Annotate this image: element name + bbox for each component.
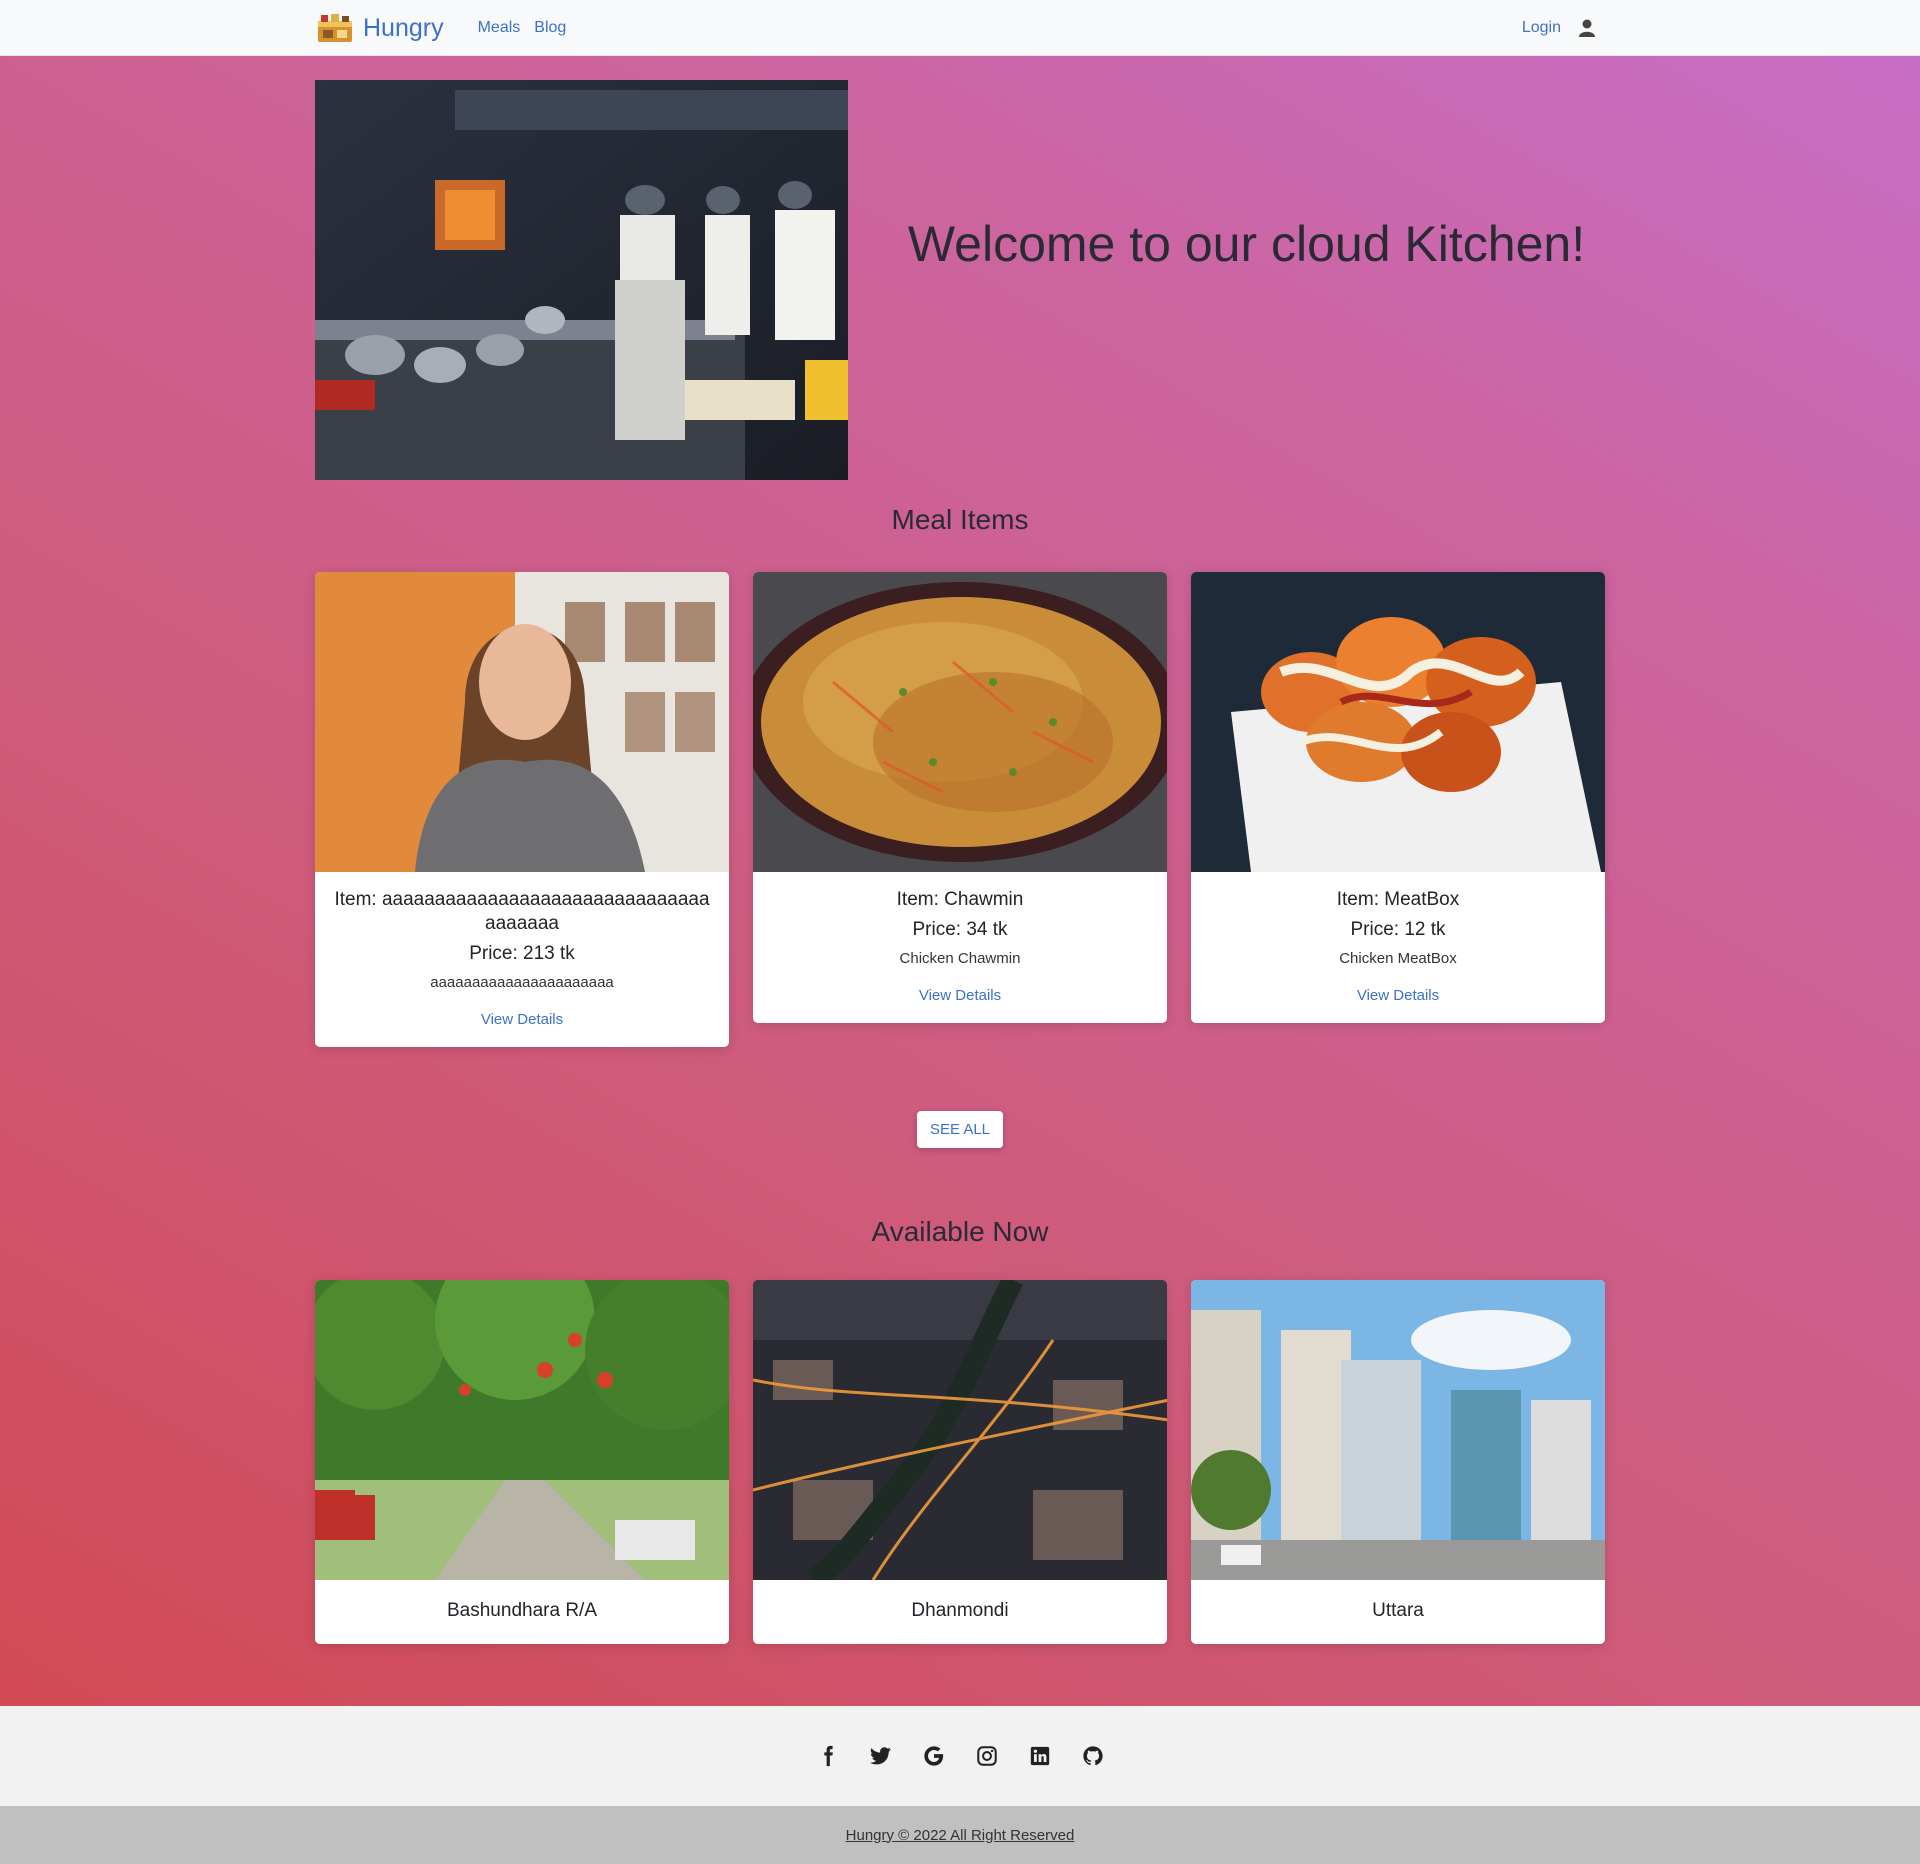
- copyright-bar: Hungry © 2022 All Right Reserved: [0, 1806, 1920, 1864]
- facebook-icon[interactable]: [817, 1745, 839, 1767]
- user-icon[interactable]: [1579, 19, 1595, 37]
- meal-image-meatbox: [1191, 572, 1605, 872]
- hero-title: Welcome to our cloud Kitchen!: [907, 216, 1586, 272]
- meal-item-desc: Chicken Chawmin: [899, 950, 1021, 967]
- meal-cards: Item: aaaaaaaaaaaaaaaaaaaaaaaaaaaaaaaaaa…: [315, 572, 1605, 1047]
- meal-item-price: Price: 34 tk: [912, 919, 1008, 940]
- twitter-icon[interactable]: [869, 1745, 892, 1767]
- meal-item-name: Item: MeatBox: [1336, 889, 1460, 910]
- location-name: Uttara: [1372, 1600, 1424, 1621]
- available-now-heading: Available Now: [871, 1216, 1049, 1247]
- hero: Welcome to our cloud Kitchen!: [315, 56, 1605, 480]
- footer: [0, 1706, 1920, 1806]
- meal-item-name: Item: Chawmin: [896, 889, 1024, 910]
- location-image-dhanmondi: [753, 1280, 1167, 1580]
- meal-card: Item: Chawmin Price: 34 tk Chicken Chawm…: [753, 572, 1167, 1023]
- nav-meals-link[interactable]: Meals: [478, 19, 521, 37]
- instagram-icon[interactable]: [976, 1745, 998, 1767]
- see-all-button[interactable]: SEE ALL: [916, 1111, 1004, 1148]
- brand-name: Hungry: [363, 13, 444, 42]
- view-details-link[interactable]: View Details: [481, 1011, 563, 1028]
- nav-blog-link[interactable]: Blog: [534, 19, 566, 37]
- view-details-link[interactable]: View Details: [919, 987, 1001, 1004]
- location-image-uttara: [1191, 1280, 1605, 1580]
- location-name: Bashundhara R/A: [447, 1600, 597, 1621]
- meal-item-desc: aaaaaaaaaaaaaaaaaaaaaa: [430, 974, 614, 991]
- brand-link[interactable]: Hungry: [317, 13, 444, 43]
- location-card: Dhanmondi: [753, 1280, 1167, 1644]
- login-link[interactable]: Login: [1522, 19, 1561, 37]
- meal-card: Item: aaaaaaaaaaaaaaaaaaaaaaaaaaaaaaaaaa…: [315, 572, 729, 1047]
- meal-items-heading: Meal Items: [891, 504, 1029, 535]
- location-cards: Bashundhara R/A Dhanmondi Uttara: [315, 1280, 1605, 1644]
- location-card: Bashundhara R/A: [315, 1280, 729, 1644]
- location-card: Uttara: [1191, 1280, 1605, 1644]
- meal-item-desc: Chicken MeatBox: [1339, 950, 1457, 967]
- main-section: Welcome to our cloud Kitchen! Meal Items: [0, 56, 1920, 1706]
- kitchen-hero-image: [315, 80, 848, 480]
- copyright-text[interactable]: Hungry © 2022 All Right Reserved: [846, 1827, 1075, 1844]
- github-icon[interactable]: [1082, 1745, 1104, 1767]
- meal-item-price: Price: 12 tk: [1350, 919, 1446, 940]
- meal-card: Item: MeatBox Price: 12 tk Chicken MeatB…: [1191, 572, 1605, 1023]
- meal-item-name: Item: aaaaaaaaaaaaaaaaaaaaaaaaaaaaaaaaaa…: [334, 889, 710, 934]
- google-icon[interactable]: [923, 1745, 945, 1767]
- meal-image-portrait: [315, 572, 729, 872]
- meal-item-price: Price: 213 tk: [469, 943, 575, 964]
- view-details-link[interactable]: View Details: [1357, 987, 1439, 1004]
- meal-image-chawmin: [753, 572, 1167, 872]
- location-image-bashundhara: [315, 1280, 729, 1580]
- food-box-logo-icon: [318, 14, 352, 42]
- linkedin-icon[interactable]: [1029, 1745, 1051, 1767]
- navbar: Hungry Meals Blog Login: [0, 0, 1920, 56]
- location-name: Dhanmondi: [911, 1600, 1009, 1621]
